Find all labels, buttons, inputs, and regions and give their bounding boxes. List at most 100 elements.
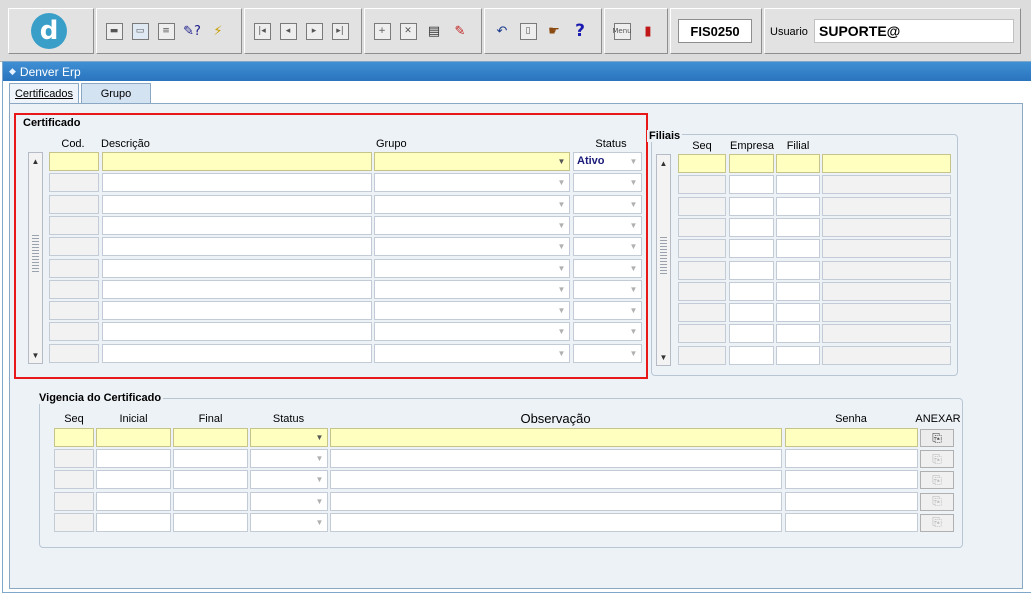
help-icon[interactable]: ? bbox=[569, 20, 591, 42]
vig-seq-field[interactable] bbox=[54, 470, 94, 490]
tab-grupo[interactable]: Grupo bbox=[81, 83, 151, 103]
cod-field[interactable] bbox=[49, 279, 99, 299]
descricao-field[interactable] bbox=[102, 152, 372, 171]
edit-icon[interactable]: ▤ bbox=[423, 20, 445, 42]
status-select[interactable]: ▼ bbox=[573, 279, 642, 299]
vig-seq-field[interactable] bbox=[54, 491, 94, 511]
paperclip-icon[interactable]: ⎘ bbox=[920, 513, 954, 532]
status-select[interactable]: ▼ bbox=[573, 237, 642, 257]
chevron-down-icon[interactable]: ▼ bbox=[627, 239, 640, 254]
chevron-down-icon[interactable]: ▼ bbox=[555, 239, 568, 254]
inicial-field[interactable] bbox=[96, 470, 171, 490]
filial-name-field[interactable] bbox=[822, 239, 951, 259]
tab-certificados[interactable]: Certificados bbox=[9, 83, 79, 103]
senha-field[interactable] bbox=[785, 491, 918, 511]
chevron-down-icon[interactable]: ▼ bbox=[313, 515, 326, 530]
empresa-field[interactable] bbox=[729, 196, 774, 216]
senha-field[interactable] bbox=[785, 470, 918, 490]
chevron-down-icon[interactable]: ▼ bbox=[555, 154, 568, 169]
first-record-icon[interactable]: |◂ bbox=[251, 20, 273, 42]
paperclip-icon[interactable]: ⎘ bbox=[920, 492, 954, 511]
clear-icon[interactable]: ✎ bbox=[449, 20, 471, 42]
status-select[interactable]: ▼ bbox=[573, 322, 642, 342]
descricao-field[interactable] bbox=[102, 173, 372, 193]
clipboard-icon[interactable]: ▯ bbox=[517, 20, 539, 42]
menu-icon[interactable]: Menu bbox=[611, 20, 633, 42]
senha-field[interactable] bbox=[785, 512, 918, 532]
vig-status-select[interactable]: ▼ bbox=[250, 491, 328, 511]
chevron-down-icon[interactable]: ▼ bbox=[555, 346, 568, 361]
status-select[interactable]: ▼ bbox=[573, 301, 642, 321]
descricao-field[interactable] bbox=[102, 258, 372, 278]
chevron-down-icon[interactable]: ▼ bbox=[627, 261, 640, 276]
final-field[interactable] bbox=[173, 470, 248, 490]
filial-name-field[interactable] bbox=[822, 217, 951, 237]
grupo-select[interactable]: ▼ bbox=[374, 194, 570, 214]
save-icon[interactable]: ▬ bbox=[103, 20, 125, 42]
empresa-field[interactable] bbox=[729, 154, 774, 173]
filial-name-field[interactable] bbox=[822, 154, 951, 173]
exit-icon[interactable]: ▮ bbox=[637, 20, 659, 42]
print-icon[interactable]: ≡ bbox=[155, 20, 177, 42]
previous-record-icon[interactable]: ◂ bbox=[277, 20, 299, 42]
chevron-down-icon[interactable]: ▼ bbox=[627, 218, 640, 233]
empresa-field[interactable] bbox=[729, 303, 774, 323]
vig-seq-field[interactable] bbox=[54, 428, 94, 447]
final-field[interactable] bbox=[173, 512, 248, 532]
cod-field[interactable] bbox=[49, 237, 99, 257]
cod-field[interactable] bbox=[49, 152, 99, 171]
empresa-field[interactable] bbox=[729, 260, 774, 280]
vig-seq-field[interactable] bbox=[54, 512, 94, 532]
query-help-icon[interactable]: ✎? bbox=[181, 20, 203, 42]
grupo-select[interactable]: ▼ bbox=[374, 237, 570, 257]
senha-field[interactable] bbox=[785, 428, 918, 447]
filial-name-field[interactable] bbox=[822, 196, 951, 216]
vig-status-select[interactable]: ▼ bbox=[250, 512, 328, 532]
status-select[interactable]: ▼ bbox=[573, 173, 642, 193]
empresa-field[interactable] bbox=[729, 324, 774, 344]
observacao-field[interactable] bbox=[330, 449, 782, 469]
chevron-down-icon[interactable]: ▼ bbox=[627, 175, 640, 190]
scroll-up-icon[interactable]: ▲ bbox=[29, 154, 42, 168]
chevron-down-icon[interactable]: ▼ bbox=[313, 494, 326, 509]
filial-field[interactable] bbox=[776, 345, 820, 365]
empresa-field[interactable] bbox=[729, 175, 774, 195]
observacao-field[interactable] bbox=[330, 491, 782, 511]
filiais-scrollbar[interactable]: ▲ ▼ bbox=[656, 154, 671, 366]
vig-seq-field[interactable] bbox=[54, 449, 94, 469]
cod-field[interactable] bbox=[49, 322, 99, 342]
grupo-select[interactable]: ▼ bbox=[374, 343, 570, 363]
filial-name-field[interactable] bbox=[822, 260, 951, 280]
filial-name-field[interactable] bbox=[822, 303, 951, 323]
vig-status-select[interactable]: ▼ bbox=[250, 470, 328, 490]
filial-seq-field[interactable] bbox=[678, 217, 726, 237]
filial-seq-field[interactable] bbox=[678, 260, 726, 280]
chevron-down-icon[interactable]: ▼ bbox=[627, 282, 640, 297]
status-select[interactable]: ▼ Ativo bbox=[573, 152, 642, 171]
empresa-field[interactable] bbox=[729, 281, 774, 301]
paperclip-icon[interactable]: ⎘ bbox=[920, 450, 954, 469]
final-field[interactable] bbox=[173, 449, 248, 469]
descricao-field[interactable] bbox=[102, 279, 372, 299]
insert-record-icon[interactable]: + bbox=[371, 20, 393, 42]
inicial-field[interactable] bbox=[96, 491, 171, 511]
empresa-field[interactable] bbox=[729, 239, 774, 259]
scroll-down-icon[interactable]: ▼ bbox=[29, 348, 42, 362]
grupo-select[interactable]: ▼ bbox=[374, 152, 570, 171]
filial-seq-field[interactable] bbox=[678, 324, 726, 344]
chevron-down-icon[interactable]: ▼ bbox=[627, 197, 640, 212]
filial-field[interactable] bbox=[776, 196, 820, 216]
filial-name-field[interactable] bbox=[822, 324, 951, 344]
inicial-field[interactable] bbox=[96, 512, 171, 532]
cod-field[interactable] bbox=[49, 173, 99, 193]
descricao-field[interactable] bbox=[102, 194, 372, 214]
observacao-field[interactable] bbox=[330, 470, 782, 490]
final-field[interactable] bbox=[173, 491, 248, 511]
hand-icon[interactable]: ☛ bbox=[543, 20, 565, 42]
certificado-scrollbar[interactable]: ▲ ▼ bbox=[28, 152, 43, 364]
chevron-down-icon[interactable]: ▼ bbox=[555, 175, 568, 190]
status-select[interactable]: ▼ bbox=[573, 343, 642, 363]
observacao-field[interactable] bbox=[330, 428, 782, 447]
descricao-field[interactable] bbox=[102, 322, 372, 342]
delete-record-icon[interactable]: ✕ bbox=[397, 20, 419, 42]
